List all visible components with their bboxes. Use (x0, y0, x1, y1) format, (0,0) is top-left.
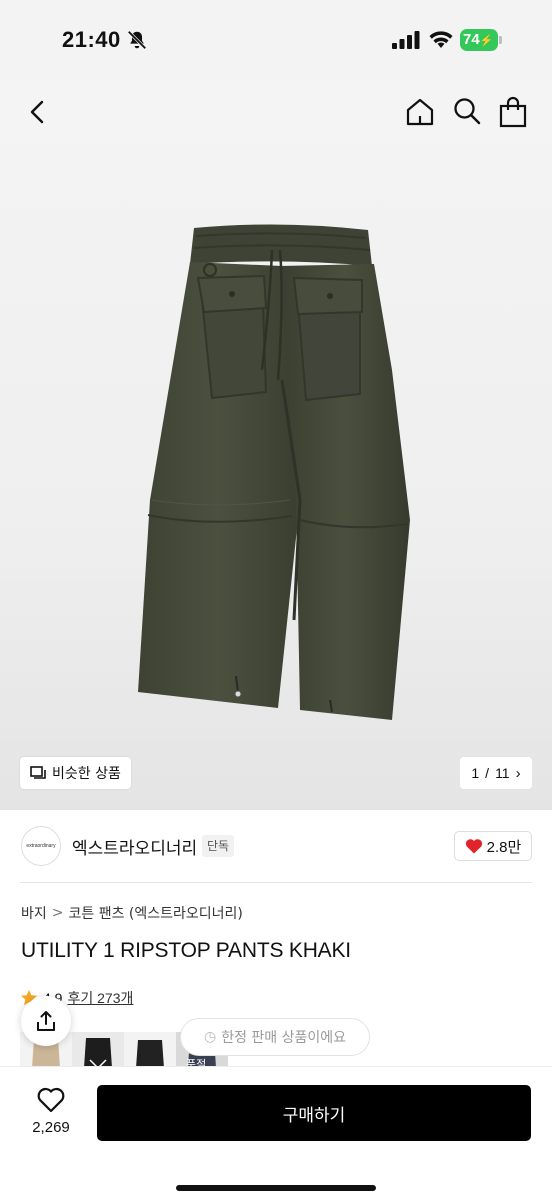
chevron-right-icon: › (515, 764, 521, 782)
breadcrumb-item-category[interactable]: 바지 (21, 903, 47, 923)
swatch-black[interactable] (124, 1032, 176, 1068)
breadcrumb-item-subcategory[interactable]: 코튼 팬츠 (엑스트라오디너리) (69, 903, 243, 923)
brand-logo[interactable]: extraordinary (21, 826, 61, 866)
breadcrumb: 바지 > 코튼 팬츠 (엑스트라오디너리) (21, 903, 243, 923)
wishlist-count: 2,269 (32, 1119, 70, 1136)
black-pants-thumb (84, 1038, 112, 1068)
limited-sale-badge: ◷ 한정 판매 상품이에요 (180, 1018, 370, 1056)
search-icon[interactable] (452, 96, 482, 126)
status-bar: 21:40 74⚡ (0, 0, 552, 80)
bag-icon[interactable] (498, 96, 528, 128)
wifi-icon (429, 31, 453, 48)
bell-muted-icon (127, 30, 147, 50)
top-nav-bar (0, 80, 552, 144)
brand-name[interactable]: 엑스트라오디너리 (72, 834, 197, 859)
share-button[interactable] (21, 996, 71, 1046)
buy-button[interactable]: 구매하기 (97, 1085, 531, 1141)
page-total: 11 (495, 765, 510, 781)
back-icon[interactable] (24, 98, 52, 126)
share-icon (37, 1011, 55, 1031)
wishlist-button[interactable]: 2,269 (24, 1087, 78, 1147)
review-count-link[interactable]: 후기 273개 (67, 988, 133, 1008)
signal-icon (392, 31, 420, 49)
battery-indicator: 74⚡ (460, 29, 502, 51)
swatch-black-selected[interactable] (72, 1032, 124, 1068)
similar-products-icon (30, 766, 46, 779)
home-icon[interactable] (404, 96, 436, 128)
product-title: UTILITY 1 RIPSTOP PANTS KHAKI (21, 939, 351, 962)
heart-icon (465, 839, 482, 854)
page-current: 1 (471, 765, 480, 781)
brand-like-button[interactable]: 2.8만 (454, 831, 532, 861)
limited-sale-text: 한정 판매 상품이에요 (221, 1030, 347, 1046)
clock-icon: ◷ (203, 1029, 217, 1045)
bottom-action-bar: 2,269 구매하기 (0, 1066, 552, 1200)
product-photo[interactable] (0, 80, 552, 810)
home-indicator (176, 1185, 376, 1191)
brand-row: extraordinary 엑스트라오디너리 단독 2.8만 (0, 810, 552, 882)
battery-level: 74⚡ (460, 29, 498, 51)
image-page-indicator[interactable]: 1 / 11 › (460, 757, 532, 789)
similar-products-button[interactable]: 비슷한 상품 (20, 757, 131, 789)
black-pants-thumb-2 (136, 1040, 164, 1068)
heart-outline-icon (37, 1087, 65, 1113)
breadcrumb-separator: > (51, 905, 64, 921)
similar-products-label: 비슷한 상품 (52, 766, 121, 782)
status-time: 21:40 (62, 27, 121, 52)
brand-like-count: 2.8만 (486, 838, 522, 856)
page-separator: / (485, 765, 490, 781)
exclusive-badge: 단독 (202, 835, 235, 857)
battery-cap (499, 36, 502, 44)
divider (20, 882, 532, 883)
